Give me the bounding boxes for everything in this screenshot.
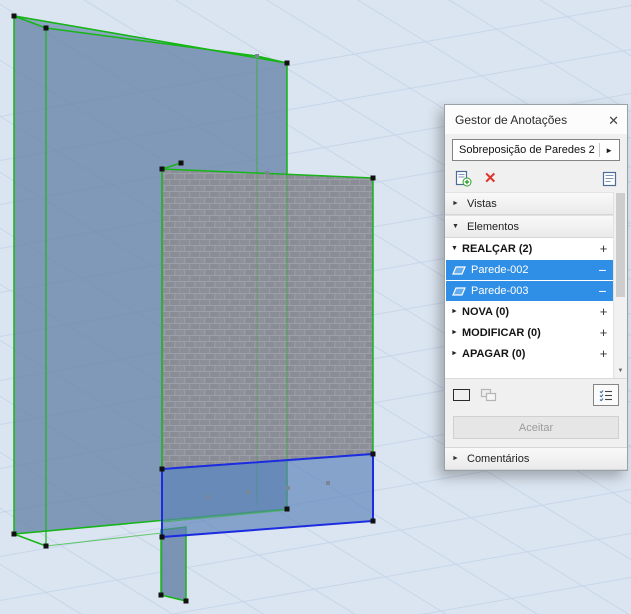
add-element-button[interactable]: + xyxy=(596,305,611,318)
scroll-down-icon[interactable]: ▼ xyxy=(614,365,627,377)
scrollbar[interactable]: ▼ xyxy=(613,192,627,378)
wall-003-selection-tint xyxy=(162,169,373,469)
chevron-right-icon[interactable]: ► xyxy=(452,455,461,462)
section-comentarios[interactable]: ► Comentários xyxy=(445,447,627,470)
group-apagar-label: APAGAR (0) xyxy=(462,347,526,360)
annotation-set-value: Sobreposição de Paredes 2 xyxy=(459,144,595,156)
marquee-select-icon[interactable] xyxy=(453,389,470,401)
section-elementos[interactable]: ▼ Elementos xyxy=(445,215,614,238)
annotation-set-selector-wrap: Sobreposição de Paredes 2 ► xyxy=(445,134,627,166)
tree-item-parede-003[interactable]: Parede-003 − xyxy=(446,281,613,301)
remove-element-button[interactable]: − xyxy=(595,263,610,277)
section-comentarios-label: Comentários xyxy=(467,452,530,465)
tree-item-parede-002[interactable]: Parede-002 − xyxy=(446,260,613,280)
panel-title-bar: Gestor de Anotações ✕ xyxy=(445,105,627,134)
group-apagar[interactable]: ► APAGAR (0) + xyxy=(445,343,614,364)
remove-element-button[interactable]: − xyxy=(595,284,610,298)
group-collapsed-icon[interactable]: ► xyxy=(451,350,462,357)
group-nova[interactable]: ► NOVA (0) + xyxy=(445,301,614,322)
close-icon[interactable]: ✕ xyxy=(608,114,619,127)
add-element-button[interactable]: + xyxy=(596,242,611,255)
section-vistas[interactable]: ► Vistas xyxy=(445,192,614,215)
section-elementos-label: Elementos xyxy=(467,220,519,233)
add-annotation-set-icon[interactable] xyxy=(454,170,472,187)
scrollbar-thumb[interactable] xyxy=(616,193,625,298)
flyout-arrow-icon[interactable]: ► xyxy=(605,146,613,155)
delete-annotation-set-icon[interactable]: ✕ xyxy=(484,171,497,186)
group-collapsed-icon[interactable]: ► xyxy=(451,329,462,336)
tree-item-label: Parede-003 xyxy=(471,285,529,297)
chevron-right-icon[interactable]: ► xyxy=(452,200,461,207)
group-realcar[interactable]: ▼ REALÇAR (2) + xyxy=(445,238,614,259)
selection-toolbar xyxy=(445,378,627,411)
selector-divider xyxy=(599,143,601,157)
section-vistas-label: Vistas xyxy=(467,197,497,210)
group-collapsed-icon[interactable]: ► xyxy=(451,308,462,315)
tree-item-label: Parede-002 xyxy=(471,264,529,276)
add-element-button[interactable]: + xyxy=(596,326,611,339)
tree-filler xyxy=(445,364,614,378)
panel-scroll-area: ► Vistas ▼ Elementos ▼ REALÇAR (2) + Par… xyxy=(445,192,627,378)
wall-icon xyxy=(452,286,466,297)
wall-003-end-face[interactable] xyxy=(160,526,187,602)
annotation-manager-panel: Gestor de Anotações ✕ Sobreposição de Pa… xyxy=(444,104,628,471)
elements-tree: ▼ REALÇAR (2) + Parede-002 − Parede-003 xyxy=(445,238,614,378)
checklist-view-button[interactable] xyxy=(593,384,619,406)
panel-title: Gestor de Anotações xyxy=(455,113,568,127)
group-expanded-icon[interactable]: ▼ xyxy=(451,245,462,252)
annotation-set-selector[interactable]: Sobreposição de Paredes 2 ► xyxy=(452,139,620,161)
add-selection-icon[interactable] xyxy=(480,388,497,402)
chevron-down-icon[interactable]: ▼ xyxy=(452,223,461,230)
wall-icon xyxy=(452,265,466,276)
accept-button[interactable]: Aceitar xyxy=(453,416,619,439)
group-modificar[interactable]: ► MODIFICAR (0) + xyxy=(445,322,614,343)
add-element-button[interactable]: + xyxy=(596,347,611,360)
group-realcar-label: REALÇAR (2) xyxy=(462,242,533,255)
annotation-details-icon[interactable] xyxy=(601,171,618,187)
panel-toolbar: ✕ xyxy=(445,166,627,192)
group-nova-label: NOVA (0) xyxy=(462,305,510,318)
group-modificar-label: MODIFICAR (0) xyxy=(462,326,541,339)
